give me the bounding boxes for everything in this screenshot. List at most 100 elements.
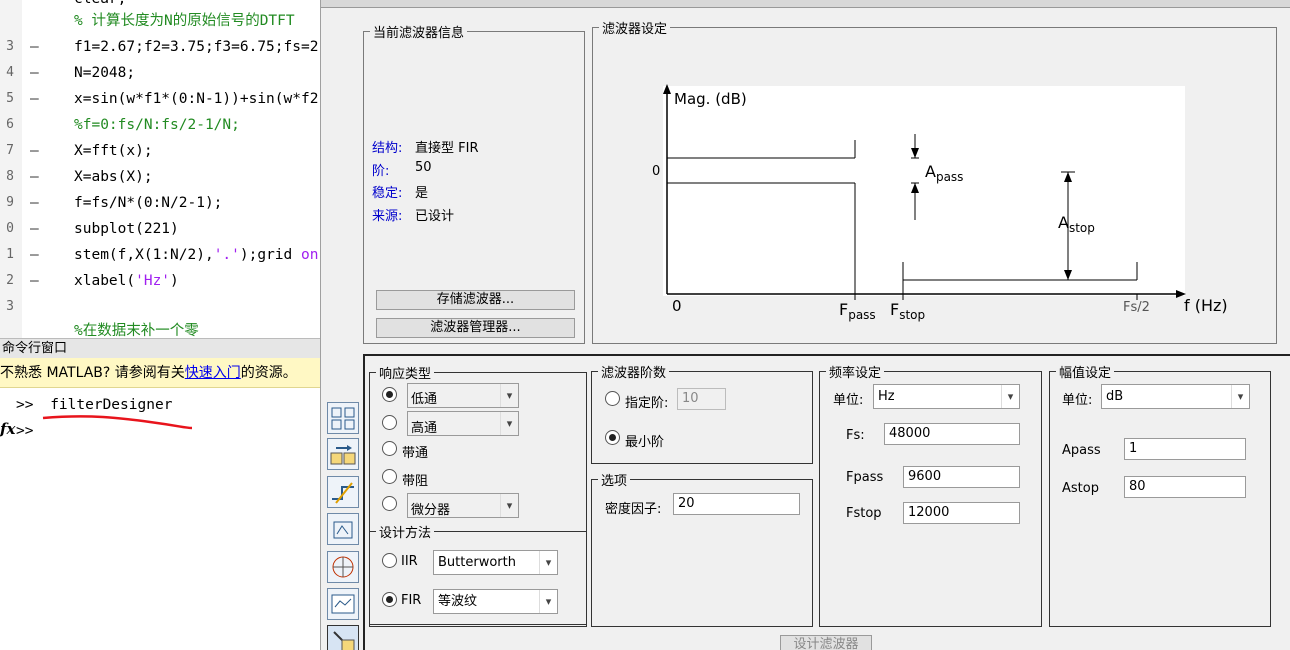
code-line[interactable]: 3 — f1=2.67;f2=3.75;f3=6.75;fs=2 [0,34,322,60]
structure-value: 直接型 FIR [415,141,479,156]
filter-manager-button[interactable]: 滤波器管理器... [376,318,575,338]
fs-input[interactable]: 48000 [884,423,1020,445]
min-order-label: 最小阶 [625,435,665,450]
pole-zero-editor-icon[interactable] [327,551,359,583]
fir-radio[interactable] [382,592,397,607]
line-number: 3 [6,39,14,54]
filter-info-legend: 当前滤波器信息 [373,26,465,41]
differentiator-select[interactable]: ▾ [407,493,519,518]
filter-info-icon[interactable] [327,402,359,434]
freq-unit-select[interactable]: Hz ▾ [873,384,1020,409]
bandstop-radio[interactable] [382,469,397,484]
specify-order-input[interactable]: 10 [677,388,726,410]
code-text: %f=0:fs/N:fs/2-1/N; [74,117,240,133]
filter-order-legend: 滤波器阶数 [601,366,667,381]
iir-label: IIR [401,554,418,569]
fir-method-value: 等波纹 [438,594,478,609]
chevron-down-icon: ▾ [500,384,518,407]
line-number: 7 [6,143,14,158]
code-line[interactable]: 6 %f=0:fs/N:fs/2-1/N; [0,112,322,138]
import-filter-icon[interactable] [327,625,359,650]
y-axis-label: Mag. (dB) [674,90,747,108]
freq-unit-label: 单位: [833,393,864,408]
notice-text: 的资源。 [240,365,297,381]
breakpoint-dash: — [30,65,39,81]
command-window-title: 命令行窗口 [0,338,322,358]
fpass-main: F [839,300,849,319]
lowpass-select[interactable]: ▾ [407,383,519,408]
line-number: 8 [6,169,14,184]
code-line[interactable]: %在数据末补一个零 [0,318,322,338]
fstop-field-label: Fstop [846,506,882,521]
code-part: xlabel( [74,273,136,289]
toolbar-strip [321,0,1290,8]
code-text: f1=2.67;f2=3.75;f3=6.75;fs=2 [74,39,319,55]
code-text: subplot(221) [74,221,179,237]
code-line[interactable]: % 计算长度为N的原始信号的DTFT [0,8,322,34]
code-line[interactable]: 7 — X=fft(x); [0,138,322,164]
code-line[interactable]: 9 — f=fs/N*(0:N/2-1); [0,190,322,216]
fs-half-label: Fs/2 [1123,300,1150,315]
fstop-sub: stop [899,308,926,323]
specify-order-radio[interactable] [605,391,620,406]
stable-label: 稳定: [372,186,403,201]
min-order-radio[interactable] [605,430,620,445]
red-underline-annotation [42,415,193,430]
astop-input[interactable]: 80 [1124,476,1246,498]
design-method-legend: 设计方法 [379,526,432,541]
command-prompt-line[interactable]: >> [16,420,33,442]
freq-unit-value: Hz [878,389,895,404]
differentiator-radio[interactable] [382,496,397,511]
structure-label: 结构: [372,141,403,156]
code-line[interactable]: 4 — N=2048; [0,60,322,86]
code-line[interactable]: 2 — xlabel('Hz') [0,268,322,294]
breakpoint-dash: — [30,195,39,211]
frequency-spec-legend: 频率设定 [829,366,882,381]
code-text: f=fs/N*(0:N/2-1); [74,195,223,211]
apass-field-label: Apass [1062,443,1101,458]
multirate-filter-icon[interactable] [327,513,359,545]
fpass-label: Fpass [839,300,876,322]
iir-method-select[interactable]: Butterworth ▾ [433,550,558,575]
code-line[interactable]: 8 — X=abs(X); [0,164,322,190]
breakpoint-dash: — [30,169,39,185]
realize-model-icon[interactable] [327,588,359,620]
code-line[interactable]: 0 — subplot(221) [0,216,322,242]
code-keyword: on [301,247,319,263]
fpass-field-label: Fpass [846,470,884,485]
fpass-input[interactable]: 9600 [903,466,1020,488]
mag-unit-select[interactable]: dB ▾ [1101,384,1250,409]
fpass-sub: pass [848,308,876,323]
store-filter-button[interactable]: 存储滤波器... [376,290,575,310]
code-part: stem(f,X(1:N/2), [74,247,214,263]
fx-icon[interactable]: fx [0,420,15,438]
quick-start-link[interactable]: 快速入门 [185,365,241,381]
prompt-symbol: >> [16,397,34,413]
lowpass-radio[interactable] [382,387,397,402]
code-line[interactable]: 5 — x=sin(w*f1*(0:N-1))+sin(w*f2 [0,86,322,112]
apass-input[interactable]: 1 [1124,438,1246,460]
transform-filter-icon[interactable] [327,438,359,470]
design-filter-icon[interactable] [327,476,359,508]
density-factor-input[interactable]: 20 [673,493,800,515]
fstop-main: F [890,300,900,319]
code-string: '.' [213,247,240,263]
code-editor[interactable]: clear; % 计算长度为N的原始信号的DTFT 3 — f1=2.67;f2… [0,0,322,338]
fir-method-select[interactable]: 等波纹 ▾ [433,589,558,614]
highpass-radio[interactable] [382,415,397,430]
fstop-input[interactable]: 12000 [903,502,1020,524]
line-number: 4 [6,65,14,80]
astop-plot-label: Astop [1058,213,1095,235]
command-window-body[interactable]: >> filterDesigner fx >> [0,388,322,650]
code-line[interactable]: 3 [0,294,322,320]
astop-main: A [1058,213,1069,232]
getting-started-notice: 不熟悉 MATLAB? 请参阅有关快速入门的资源。 [0,358,322,388]
code-line[interactable]: 1 — stem(f,X(1:N/2),'.');grid on [0,242,322,268]
chevron-down-icon: ▾ [500,412,518,435]
line-number: 2 [6,273,14,288]
iir-radio[interactable] [382,553,397,568]
highpass-select[interactable]: ▾ [407,411,519,436]
design-filter-button[interactable]: 设计滤波器 [780,635,872,650]
mag-unit-label: 单位: [1062,393,1093,408]
bandpass-radio[interactable] [382,441,397,456]
